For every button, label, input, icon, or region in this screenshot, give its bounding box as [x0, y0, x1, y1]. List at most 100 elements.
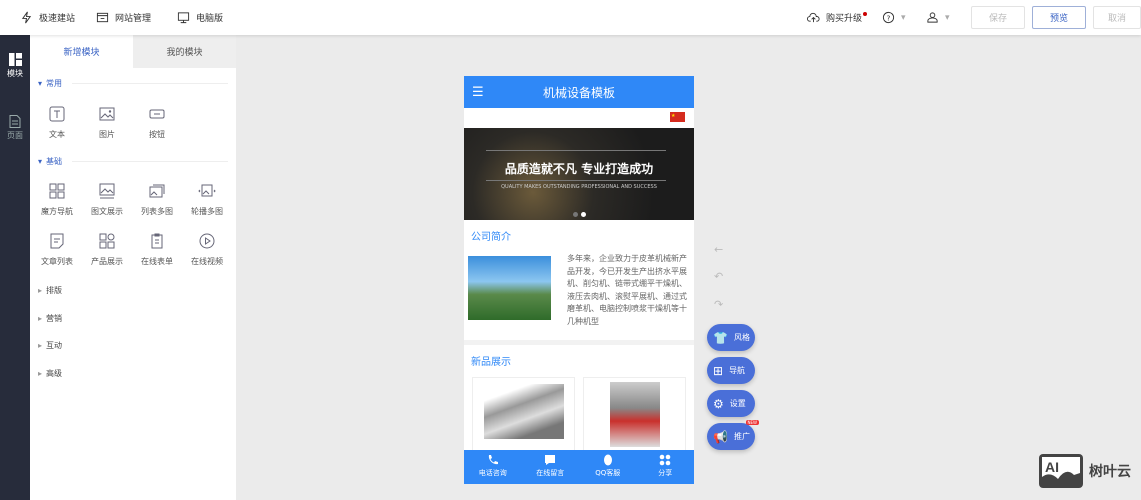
promote-button[interactable]: 📢 推广 NEW [707, 420, 759, 450]
chevron-down-icon: ▾ [945, 12, 950, 23]
about-section: 公司简介 多年来，企业致力于皮革机械新产品开发，今已开发生产出挤水平展机、削匀机… [464, 220, 694, 340]
module-panel: 新增模块 我的模块 ▾ 常用 文本 图片 按钮 ▾ 基础 魔方导航 图文展示 列表多… [30, 35, 236, 500]
style-button[interactable]: 👕 风格 [707, 324, 755, 351]
svg-text:?: ? [887, 13, 891, 22]
section-label: 高级 [46, 369, 63, 378]
module-cube-nav[interactable]: 魔方导航 [32, 182, 82, 217]
modules-icon [8, 53, 22, 66]
product-card[interactable] [583, 377, 686, 452]
section-label: 基础 [46, 157, 63, 166]
section-label: 常用 [46, 79, 63, 88]
caret-right-icon: ▸ [38, 314, 43, 323]
products-icon [99, 233, 115, 249]
module-label: 产品展示 [91, 257, 123, 266]
upgrade-label: 购买升级 [826, 14, 863, 24]
message-button[interactable]: 在线留言 [522, 450, 580, 484]
megaphone-icon: 📢 [713, 429, 728, 444]
qq-service-button[interactable]: QQ客服 [579, 450, 637, 484]
section-interaction[interactable]: ▸ 互动 [38, 340, 228, 351]
bottom-bar: 电话咨询 在线留言 QQ客服 分享 [464, 450, 694, 484]
share-button[interactable]: 分享 [637, 450, 695, 484]
module-image[interactable]: 图片 [82, 105, 132, 140]
banner[interactable]: 品质造就不凡 专业打造成功 QUALITY MAKES OUTSTANDING … [464, 128, 694, 220]
svg-text:AI: AI [1045, 459, 1059, 475]
quick-build-link[interactable]: 极速建站 [20, 11, 75, 24]
caret-right-icon: ▸ [38, 369, 43, 378]
shirt-icon: 👕 [713, 330, 728, 345]
chevron-down-icon: ▾ [901, 12, 906, 23]
quick-build-label: 极速建站 [39, 14, 76, 24]
settings-button[interactable]: ⚙ 设置 [707, 390, 755, 417]
module-carousel[interactable]: 轮播多图 [182, 182, 232, 217]
notification-dot [863, 11, 868, 16]
undo-icon[interactable]: ↶ [714, 270, 723, 283]
desktop-version-link[interactable]: 电脑版 [177, 11, 223, 24]
module-label: 魔方导航 [41, 207, 73, 216]
carousel-dot[interactable] [573, 212, 578, 217]
fab-label: 设置 [729, 399, 746, 408]
section-basic[interactable]: ▾ 基础 [38, 156, 228, 167]
caret-down-icon: ▾ [38, 157, 43, 166]
watermark-text: 树叶云 [1089, 464, 1131, 480]
message-icon [545, 455, 556, 465]
hamburger-menu-icon[interactable]: ☰ [472, 85, 484, 100]
about-title: 公司简介 [471, 232, 511, 243]
section-marketing[interactable]: ▸ 营销 [38, 313, 228, 324]
carousel-dot-active[interactable] [581, 212, 586, 217]
china-flag-icon[interactable]: ★ [670, 112, 685, 122]
upgrade-link[interactable]: 购买升级 [807, 11, 868, 24]
section-layout[interactable]: ▸ 排版 [38, 285, 228, 296]
phone-call-button[interactable]: 电话咨询 [464, 450, 522, 484]
rail-item-pages[interactable]: 页面 [0, 115, 30, 141]
module-button[interactable]: 按钮 [132, 105, 182, 140]
section-label: 营销 [46, 314, 63, 323]
fab-label: 风格 [733, 333, 750, 342]
section-label: 排版 [46, 286, 63, 295]
phone-title: 机械设备模板 [542, 85, 615, 100]
cancel-button[interactable]: 取消 [1093, 6, 1141, 29]
phone-icon [488, 455, 498, 465]
images-icon [149, 184, 165, 198]
tab-new-modules[interactable]: 新增模块 [30, 35, 133, 68]
grid-icon: ⊞ [713, 363, 724, 378]
gear-icon: ⚙ [713, 396, 724, 411]
module-label: 文章列表 [41, 257, 73, 266]
module-text[interactable]: 文本 [32, 105, 82, 140]
product-image [483, 384, 564, 439]
phone-header: ☰ 机械设备模板 [464, 76, 694, 108]
lightning-icon [21, 11, 32, 24]
fab-label: 推广 [733, 432, 750, 441]
fab-label: 导航 [729, 366, 746, 375]
image-icon [99, 107, 115, 121]
language-bar: ★ [464, 108, 694, 128]
site-manage-label: 网站管理 [115, 14, 152, 24]
help-menu[interactable]: ? ▾ [882, 11, 906, 24]
module-article-list[interactable]: 文章列表 [32, 232, 82, 267]
module-list-images[interactable]: 列表多图 [132, 182, 182, 217]
user-menu[interactable]: ▾ [926, 11, 950, 24]
module-products[interactable]: 产品展示 [82, 232, 132, 267]
text-icon [49, 106, 65, 122]
product-card[interactable] [472, 377, 575, 452]
module-label: 轮播多图 [191, 207, 223, 216]
module-online-video[interactable]: 在线视频 [182, 232, 232, 267]
bottom-label: 电话咨询 [478, 469, 507, 477]
left-rail: 模块 页面 [0, 35, 30, 500]
nav-button[interactable]: ⊞ 导航 [707, 357, 755, 384]
section-advanced[interactable]: ▸ 高级 [38, 368, 228, 379]
module-online-form[interactable]: 在线表单 [132, 232, 182, 267]
preview-button[interactable]: 预览 [1032, 6, 1086, 29]
carousel-icon [198, 184, 216, 197]
save-button[interactable]: 保存 [971, 6, 1025, 29]
top-bar: 极速建站 网站管理 电脑版 购买升级 ? ▾ ▾ 保存 预览 取消 [0, 0, 1141, 35]
rail-item-modules[interactable]: 模块 [0, 53, 30, 79]
back-arrow-icon[interactable]: ← [714, 243, 723, 256]
banner-title: 品质造就不凡 专业打造成功 [504, 162, 654, 176]
tab-my-modules[interactable]: 我的模块 [133, 35, 236, 68]
desktop-version-label: 电脑版 [196, 14, 224, 24]
redo-icon[interactable]: ↷ [714, 298, 723, 311]
site-manage-link[interactable]: 网站管理 [96, 11, 151, 24]
section-common[interactable]: ▾ 常用 [38, 78, 228, 89]
module-image-text[interactable]: 图文展示 [82, 182, 132, 217]
module-label: 在线表单 [141, 257, 173, 266]
